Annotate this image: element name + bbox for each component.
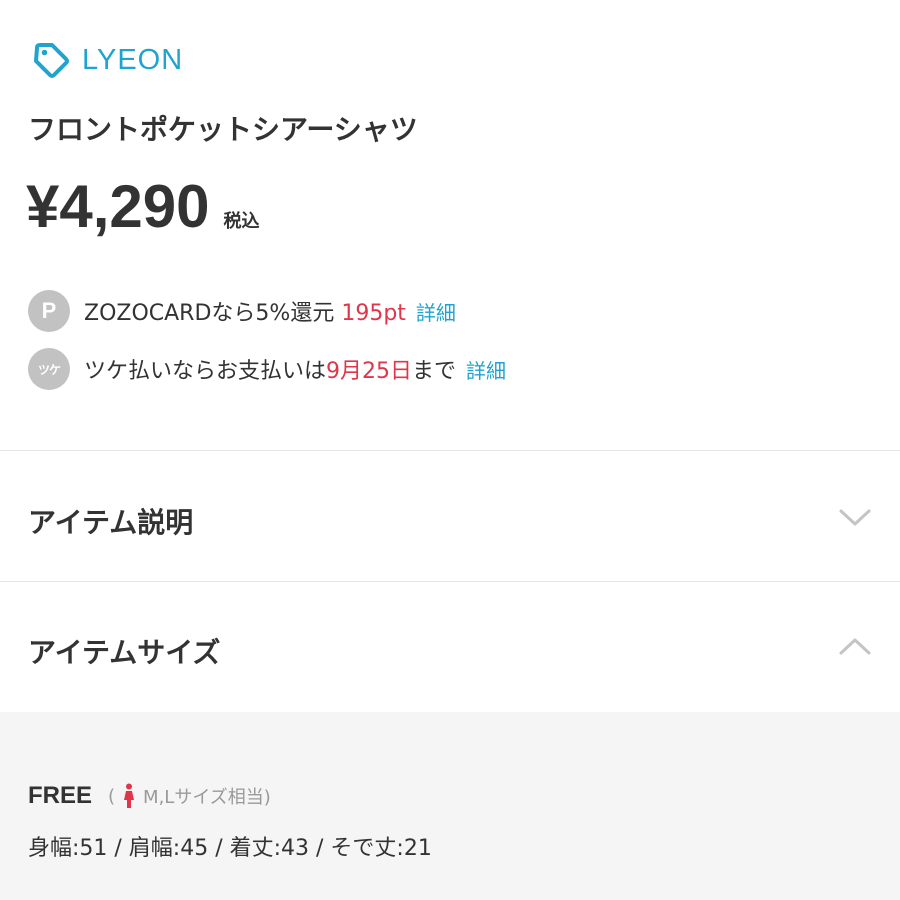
size-header: FREE ( M,Lサイズ相当) bbox=[28, 782, 271, 810]
product-detail-page: LYEON フロントポケットシアーシャツ ¥4,290 税込 P ZOZOCAR… bbox=[0, 0, 900, 900]
chevron-down-icon bbox=[838, 503, 872, 531]
person-icon bbox=[121, 783, 137, 809]
size-name: FREE bbox=[28, 782, 93, 809]
zozocard-detail-link[interactable]: 詳細 bbox=[416, 297, 456, 326]
price-row: ¥4,290 税込 bbox=[26, 172, 260, 241]
payment-due-date: 9月25日 bbox=[326, 359, 413, 384]
point-badge-icon: P bbox=[28, 290, 70, 332]
item-size-accordion[interactable]: アイテムサイズ bbox=[0, 589, 900, 709]
size-note-open: ( bbox=[108, 785, 116, 807]
brand-name: LYEON bbox=[82, 43, 184, 76]
tsuke-benefit-text: ツケ払いならお支払いは9月25日まで bbox=[84, 353, 456, 385]
zozocard-benefit-text: ZOZOCARDなら5%還元 195pt bbox=[84, 295, 406, 327]
zozocard-benefit-label: ZOZOCARDなら5%還元 bbox=[84, 301, 335, 326]
tax-label: 税込 bbox=[223, 211, 260, 232]
tsuke-badge-icon: ツケ bbox=[28, 348, 70, 390]
item-size-title: アイテムサイズ bbox=[28, 636, 221, 669]
point-amount: 195pt bbox=[341, 301, 406, 326]
product-title: フロントポケットシアーシャツ bbox=[28, 113, 418, 146]
section-divider bbox=[0, 450, 900, 451]
product-price: ¥4,290 bbox=[26, 173, 210, 240]
size-chart-panel: FREE ( M,Lサイズ相当) 身幅:51 / 肩幅:45 / 着丈:43 /… bbox=[0, 712, 900, 900]
brand-link[interactable]: LYEON bbox=[30, 38, 183, 82]
zozocard-point-benefit: P ZOZOCARDなら5%還元 195pt 詳細 bbox=[28, 289, 456, 333]
tag-icon bbox=[30, 39, 72, 81]
chevron-up-icon bbox=[838, 633, 872, 661]
tsuke-payment-benefit: ツケ ツケ払いならお支払いは9月25日まで 詳細 bbox=[28, 347, 506, 391]
size-equivalent-note: ( M,Lサイズ相当) bbox=[108, 783, 271, 809]
section-divider bbox=[0, 581, 900, 582]
size-note-text: M,Lサイズ相当) bbox=[143, 787, 271, 808]
tsuke-detail-link[interactable]: 詳細 bbox=[466, 355, 506, 384]
size-measurements: 身幅:51 / 肩幅:45 / 着丈:43 / そで丈:21 bbox=[28, 836, 432, 861]
item-description-title: アイテム説明 bbox=[28, 506, 194, 539]
tsuke-text-after: まで bbox=[412, 359, 457, 384]
tsuke-text-before: ツケ払いならお支払いは bbox=[84, 359, 327, 384]
item-description-accordion[interactable]: アイテム説明 bbox=[0, 459, 900, 579]
